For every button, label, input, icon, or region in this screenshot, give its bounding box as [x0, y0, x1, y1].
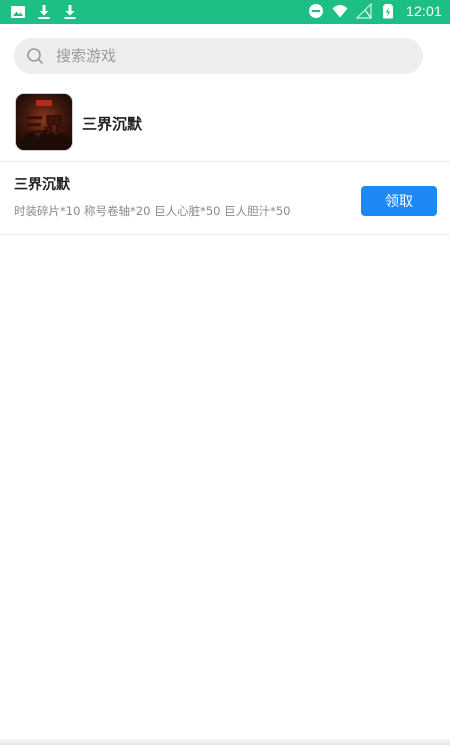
game-icon: 三界 [16, 94, 72, 150]
clock: 12:01 [405, 3, 442, 19]
image-icon [11, 6, 25, 18]
status-bar: 12:01 [0, 0, 450, 24]
bottom-edge [0, 739, 450, 745]
claim-button[interactable]: 领取 [361, 186, 437, 216]
download-icon [64, 5, 76, 19]
system-icons: 12:01 [308, 3, 442, 19]
game-name: 三界沉默 [82, 115, 143, 133]
do-not-disturb-icon [308, 4, 323, 18]
game-logo-text: 三界 [24, 113, 64, 137]
search-icon [27, 48, 43, 64]
search-input[interactable] [54, 38, 416, 74]
gift-description: 时装碎片*10 称号卷轴*20 巨人心脏*50 巨人胆汁*50 [14, 204, 291, 218]
notification-icons [10, 4, 78, 20]
game-logo: 三界 [16, 94, 72, 150]
download-icon [38, 5, 50, 19]
battery-icon [382, 4, 393, 19]
search-bar[interactable] [14, 38, 423, 74]
gift-list-item: 三界沉默 时装碎片*10 称号卷轴*20 巨人心脏*50 巨人胆汁*50 领取 [0, 162, 450, 234]
signal-icon [355, 3, 372, 19]
game-header[interactable]: 三界 三界沉默 [0, 86, 450, 161]
gift-title: 三界沉默 [14, 177, 70, 193]
divider [0, 234, 450, 235]
wifi-icon [332, 5, 348, 18]
